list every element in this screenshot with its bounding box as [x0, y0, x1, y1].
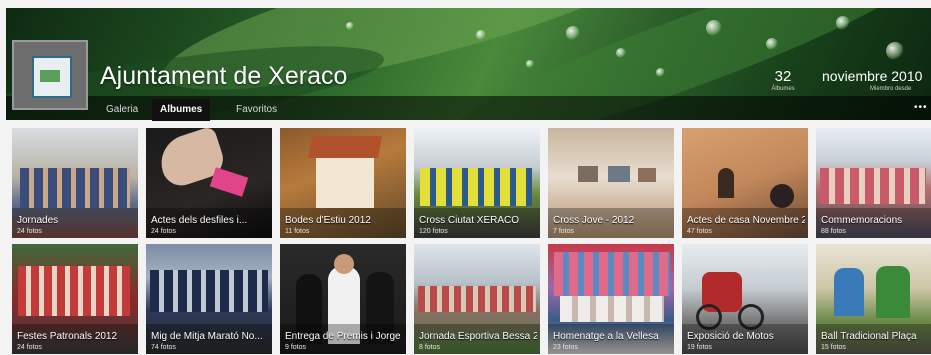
album-card[interactable]: Homenatge a la Vellesa 23 fotos: [548, 244, 674, 354]
album-thumbnail: [20, 168, 130, 208]
album-card[interactable]: Festes Patronals 2012 24 fotos: [12, 244, 138, 354]
album-title: Entrega de Premis i Jorge El...: [285, 331, 403, 342]
album-title: Mig de Mitja Marató No...: [151, 331, 263, 342]
album-card[interactable]: Jornada Esportiva Bessa 2012 8 fotos: [414, 244, 540, 354]
water-drop: [656, 68, 665, 77]
album-title: Jornades: [17, 215, 59, 226]
water-drop: [526, 60, 534, 68]
tab-galeria[interactable]: Galeria: [98, 99, 146, 121]
album-title: Actes dels desfiles i...: [151, 215, 248, 226]
album-count: 120 fotos: [419, 228, 448, 235]
page: Ajuntament de Xeraco Galeria Albumes Fav…: [0, 0, 931, 355]
album-title: Jornada Esportiva Bessa 2012: [419, 331, 537, 342]
album-title: Exposició de Motos: [687, 331, 774, 342]
water-drop: [836, 16, 850, 30]
albums-count-label: Álbumes: [771, 86, 795, 92]
album-count: 9 fotos: [285, 344, 307, 351]
album-thumbnail: [150, 270, 268, 312]
album-count: 8 fotos: [419, 344, 441, 351]
water-drop: [886, 42, 904, 60]
album-count: 88 fotos: [821, 228, 846, 235]
album-card[interactable]: Ball Tradicional Plaça 15 fotos: [816, 244, 931, 354]
album-thumbnail: [554, 252, 670, 296]
member-since-label: Miembro desde: [870, 86, 912, 92]
page-title: Ajuntament de Xeraco: [100, 62, 348, 90]
profile-avatar[interactable]: [12, 40, 88, 110]
album-count: 23 fotos: [553, 344, 578, 351]
album-card[interactable]: Actes de casa Novembre 2012 47 fotos: [682, 128, 808, 238]
album-thumbnail: [718, 168, 734, 198]
album-thumbnail: [820, 168, 926, 204]
album-title: Festes Patronals 2012: [17, 331, 118, 342]
album-count: 7 fotos: [553, 228, 575, 235]
album-card[interactable]: Bodes d'Estiu 2012 11 fotos: [280, 128, 406, 238]
album-title: Cross Jove - 2012: [553, 215, 635, 226]
album-thumbnail: [18, 266, 130, 316]
water-drop: [346, 22, 354, 30]
album-title: Homenatge a la Vellesa: [553, 331, 659, 342]
album-thumbnail: [834, 268, 864, 316]
album-count: 24 fotos: [17, 344, 42, 351]
member-since-date: noviembre 2010: [822, 68, 923, 84]
album-title: Actes de casa Novembre 2012: [687, 215, 805, 226]
album-count: 47 fotos: [687, 228, 712, 235]
album-title: Bodes d'Estiu 2012: [285, 215, 371, 226]
tab-albumes[interactable]: Albumes: [152, 99, 211, 121]
album-title: Commemoracions: [821, 215, 903, 226]
album-thumbnail: [420, 168, 532, 206]
album-count: 24 fotos: [17, 228, 42, 235]
water-drop: [766, 38, 778, 50]
album-card[interactable]: Jornades 24 fotos: [12, 128, 138, 238]
tab-favoritos[interactable]: Favoritos: [228, 99, 285, 121]
album-thumbnail: [418, 286, 536, 312]
album-card[interactable]: Cross Jove - 2012 7 fotos: [548, 128, 674, 238]
album-thumbnail: [578, 166, 598, 182]
album-card[interactable]: Cross Ciutat XERACO 120 fotos: [414, 128, 540, 238]
water-drop: [616, 48, 626, 58]
album-card[interactable]: Exposició de Motos 19 fotos: [682, 244, 808, 354]
album-title: Ball Tradicional Plaça: [821, 331, 917, 342]
album-title: Cross Ciutat XERACO: [419, 215, 520, 226]
logo-icon: [32, 56, 72, 98]
album-count: 11 fotos: [285, 228, 310, 235]
water-drop: [706, 20, 722, 36]
more-options-icon[interactable]: •••: [914, 102, 928, 113]
water-drop: [476, 30, 486, 40]
album-card[interactable]: Mig de Mitja Marató No... 74 fotos: [146, 244, 272, 354]
album-card[interactable]: Actes dels desfiles i... 24 fotos: [146, 128, 272, 238]
album-card[interactable]: Commemoracions 88 fotos: [816, 128, 931, 238]
album-count: 74 fotos: [151, 344, 176, 351]
album-count: 24 fotos: [151, 228, 176, 235]
album-count: 19 fotos: [687, 344, 712, 351]
album-card[interactable]: Entrega de Premis i Jorge El... 9 fotos: [280, 244, 406, 354]
albums-count: 32: [774, 68, 792, 85]
water-drop: [566, 26, 580, 40]
album-count: 15 fotos: [821, 344, 846, 351]
